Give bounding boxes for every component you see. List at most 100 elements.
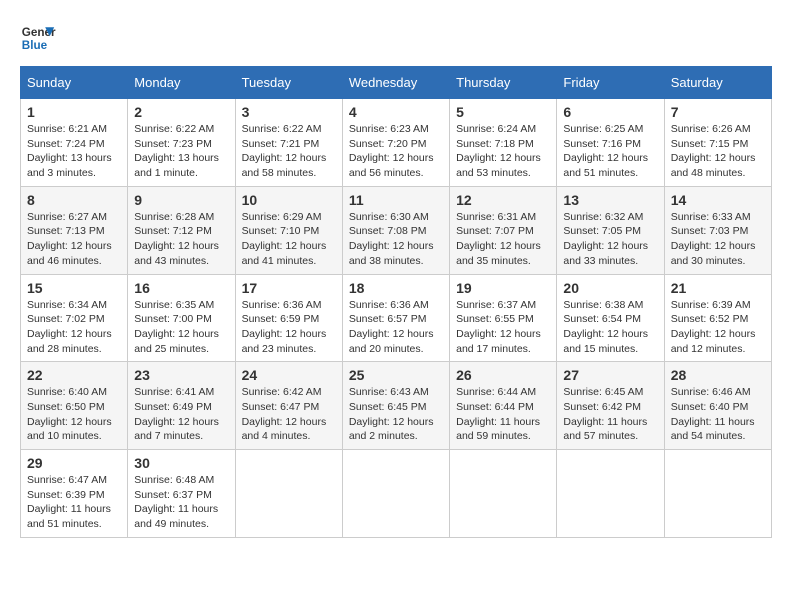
day-detail: Sunrise: 6:48 AMSunset: 6:37 PMDaylight:… xyxy=(134,473,228,532)
day-number: 4 xyxy=(349,104,443,120)
day-detail: Sunrise: 6:22 AMSunset: 7:23 PMDaylight:… xyxy=(134,122,228,181)
calendar-cell xyxy=(342,450,449,538)
day-detail: Sunrise: 6:33 AMSunset: 7:03 PMDaylight:… xyxy=(671,210,765,269)
calendar-cell: 18 Sunrise: 6:36 AMSunset: 6:57 PMDayligh… xyxy=(342,274,449,362)
day-detail: Sunrise: 6:22 AMSunset: 7:21 PMDaylight:… xyxy=(242,122,336,181)
day-detail: Sunrise: 6:47 AMSunset: 6:39 PMDaylight:… xyxy=(27,473,121,532)
day-number: 13 xyxy=(563,192,657,208)
day-number: 22 xyxy=(27,367,121,383)
day-number: 24 xyxy=(242,367,336,383)
col-thursday: Thursday xyxy=(450,67,557,99)
calendar-cell: 9 Sunrise: 6:28 AMSunset: 7:12 PMDaylight… xyxy=(128,186,235,274)
day-detail: Sunrise: 6:28 AMSunset: 7:12 PMDaylight:… xyxy=(134,210,228,269)
day-detail: Sunrise: 6:29 AMSunset: 7:10 PMDaylight:… xyxy=(242,210,336,269)
day-detail: Sunrise: 6:46 AMSunset: 6:40 PMDaylight:… xyxy=(671,385,765,444)
calendar-cell: 25 Sunrise: 6:43 AMSunset: 6:45 PMDayligh… xyxy=(342,362,449,450)
calendar-cell: 29Sunrise: 6:47 AMSunset: 6:39 PMDayligh… xyxy=(21,450,128,538)
calendar-table: Sunday Monday Tuesday Wednesday Thursday… xyxy=(20,66,772,538)
calendar-cell xyxy=(664,450,771,538)
day-number: 18 xyxy=(349,280,443,296)
day-number: 3 xyxy=(242,104,336,120)
calendar-cell: 17 Sunrise: 6:36 AMSunset: 6:59 PMDayligh… xyxy=(235,274,342,362)
day-number: 20 xyxy=(563,280,657,296)
day-number: 28 xyxy=(671,367,765,383)
logo: General Blue xyxy=(20,20,62,56)
col-monday: Monday xyxy=(128,67,235,99)
day-detail: Sunrise: 6:42 AMSunset: 6:47 PMDaylight:… xyxy=(242,385,336,444)
calendar-cell: 4 Sunrise: 6:23 AMSunset: 7:20 PMDaylight… xyxy=(342,99,449,187)
header: General Blue xyxy=(20,20,772,56)
day-detail: Sunrise: 6:44 AMSunset: 6:44 PMDaylight:… xyxy=(456,385,550,444)
calendar-cell xyxy=(235,450,342,538)
calendar-cell xyxy=(557,450,664,538)
calendar-week-row: 15Sunrise: 6:34 AMSunset: 7:02 PMDayligh… xyxy=(21,274,772,362)
calendar-header-row: Sunday Monday Tuesday Wednesday Thursday… xyxy=(21,67,772,99)
day-detail: Sunrise: 6:36 AMSunset: 6:59 PMDaylight:… xyxy=(242,298,336,357)
day-detail: Sunrise: 6:37 AMSunset: 6:55 PMDaylight:… xyxy=(456,298,550,357)
calendar-cell xyxy=(450,450,557,538)
day-detail: Sunrise: 6:21 AMSunset: 7:24 PMDaylight:… xyxy=(27,122,121,181)
calendar-cell: 11 Sunrise: 6:30 AMSunset: 7:08 PMDayligh… xyxy=(342,186,449,274)
calendar-cell: 8 Sunrise: 6:27 AMSunset: 7:13 PMDaylight… xyxy=(21,186,128,274)
calendar-cell: 13 Sunrise: 6:32 AMSunset: 7:05 PMDayligh… xyxy=(557,186,664,274)
svg-text:Blue: Blue xyxy=(22,39,48,52)
logo-icon: General Blue xyxy=(20,20,56,56)
day-detail: Sunrise: 6:27 AMSunset: 7:13 PMDaylight:… xyxy=(27,210,121,269)
day-number: 2 xyxy=(134,104,228,120)
calendar-week-row: 29Sunrise: 6:47 AMSunset: 6:39 PMDayligh… xyxy=(21,450,772,538)
day-detail: Sunrise: 6:32 AMSunset: 7:05 PMDaylight:… xyxy=(563,210,657,269)
day-detail: Sunrise: 6:36 AMSunset: 6:57 PMDaylight:… xyxy=(349,298,443,357)
calendar-cell: 15Sunrise: 6:34 AMSunset: 7:02 PMDayligh… xyxy=(21,274,128,362)
calendar-cell: 16Sunrise: 6:35 AMSunset: 7:00 PMDayligh… xyxy=(128,274,235,362)
calendar-cell: 6 Sunrise: 6:25 AMSunset: 7:16 PMDaylight… xyxy=(557,99,664,187)
day-detail: Sunrise: 6:24 AMSunset: 7:18 PMDaylight:… xyxy=(456,122,550,181)
calendar-cell: 26 Sunrise: 6:44 AMSunset: 6:44 PMDayligh… xyxy=(450,362,557,450)
col-saturday: Saturday xyxy=(664,67,771,99)
day-number: 23 xyxy=(134,367,228,383)
day-number: 12 xyxy=(456,192,550,208)
day-detail: Sunrise: 6:39 AMSunset: 6:52 PMDaylight:… xyxy=(671,298,765,357)
calendar-cell: 5 Sunrise: 6:24 AMSunset: 7:18 PMDaylight… xyxy=(450,99,557,187)
day-detail: Sunrise: 6:25 AMSunset: 7:16 PMDaylight:… xyxy=(563,122,657,181)
day-number: 19 xyxy=(456,280,550,296)
day-detail: Sunrise: 6:40 AMSunset: 6:50 PMDaylight:… xyxy=(27,385,121,444)
page-container: General Blue Sunday Monday Tuesday Wedne… xyxy=(20,20,772,538)
calendar-cell: 28 Sunrise: 6:46 AMSunset: 6:40 PMDayligh… xyxy=(664,362,771,450)
col-tuesday: Tuesday xyxy=(235,67,342,99)
col-sunday: Sunday xyxy=(21,67,128,99)
calendar-cell: 12Sunrise: 6:31 AMSunset: 7:07 PMDayligh… xyxy=(450,186,557,274)
day-number: 1 xyxy=(27,104,121,120)
day-detail: Sunrise: 6:30 AMSunset: 7:08 PMDaylight:… xyxy=(349,210,443,269)
calendar-cell: 20 Sunrise: 6:38 AMSunset: 6:54 PMDayligh… xyxy=(557,274,664,362)
calendar-cell: 7Sunrise: 6:26 AMSunset: 7:15 PMDaylight… xyxy=(664,99,771,187)
col-friday: Friday xyxy=(557,67,664,99)
day-number: 25 xyxy=(349,367,443,383)
day-detail: Sunrise: 6:34 AMSunset: 7:02 PMDaylight:… xyxy=(27,298,121,357)
calendar-cell: 14 Sunrise: 6:33 AMSunset: 7:03 PMDayligh… xyxy=(664,186,771,274)
day-detail: Sunrise: 6:38 AMSunset: 6:54 PMDaylight:… xyxy=(563,298,657,357)
day-number: 16 xyxy=(134,280,228,296)
day-detail: Sunrise: 6:26 AMSunset: 7:15 PMDaylight:… xyxy=(671,122,765,181)
day-number: 14 xyxy=(671,192,765,208)
calendar-cell: 21 Sunrise: 6:39 AMSunset: 6:52 PMDayligh… xyxy=(664,274,771,362)
calendar-cell: 30 Sunrise: 6:48 AMSunset: 6:37 PMDayligh… xyxy=(128,450,235,538)
day-number: 11 xyxy=(349,192,443,208)
day-number: 17 xyxy=(242,280,336,296)
calendar-cell: 10Sunrise: 6:29 AMSunset: 7:10 PMDayligh… xyxy=(235,186,342,274)
day-number: 27 xyxy=(563,367,657,383)
day-detail: Sunrise: 6:43 AMSunset: 6:45 PMDaylight:… xyxy=(349,385,443,444)
day-detail: Sunrise: 6:23 AMSunset: 7:20 PMDaylight:… xyxy=(349,122,443,181)
day-detail: Sunrise: 6:45 AMSunset: 6:42 PMDaylight:… xyxy=(563,385,657,444)
day-detail: Sunrise: 6:41 AMSunset: 6:49 PMDaylight:… xyxy=(134,385,228,444)
calendar-cell: 23 Sunrise: 6:41 AMSunset: 6:49 PMDayligh… xyxy=(128,362,235,450)
day-number: 8 xyxy=(27,192,121,208)
day-number: 21 xyxy=(671,280,765,296)
day-number: 26 xyxy=(456,367,550,383)
calendar-cell: 1 Sunrise: 6:21 AMSunset: 7:24 PMDaylight… xyxy=(21,99,128,187)
day-number: 6 xyxy=(563,104,657,120)
day-number: 9 xyxy=(134,192,228,208)
day-number: 30 xyxy=(134,455,228,471)
day-number: 5 xyxy=(456,104,550,120)
calendar-cell: 24 Sunrise: 6:42 AMSunset: 6:47 PMDayligh… xyxy=(235,362,342,450)
calendar-week-row: 1 Sunrise: 6:21 AMSunset: 7:24 PMDaylight… xyxy=(21,99,772,187)
